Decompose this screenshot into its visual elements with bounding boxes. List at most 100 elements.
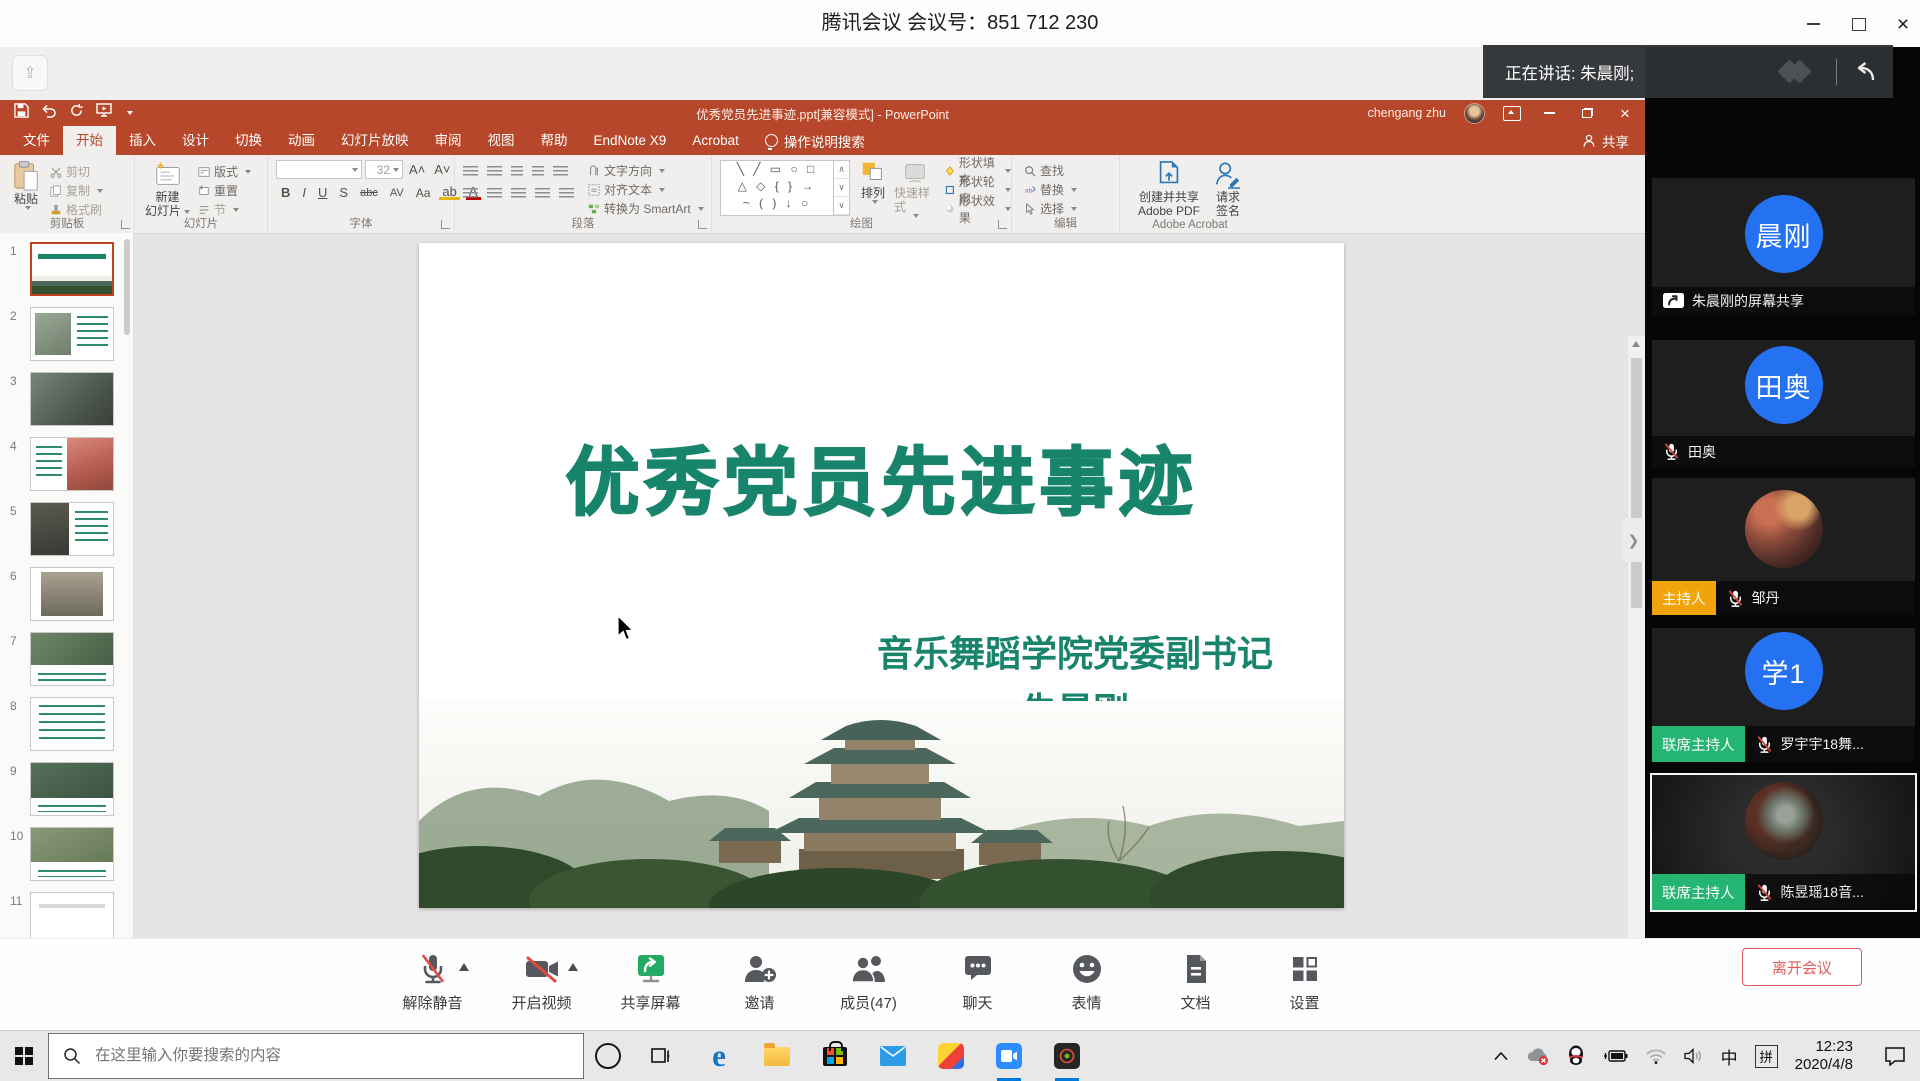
tab-审阅[interactable]: 审阅 xyxy=(422,126,475,155)
copy-button[interactable]: 复制 xyxy=(50,182,103,199)
replace-button[interactable]: ab替换 xyxy=(1024,181,1119,198)
account-avatar[interactable] xyxy=(1464,103,1485,124)
document-toolbar-button[interactable]: 文档 xyxy=(1147,947,1244,1013)
drawing-dialog-launcher[interactable] xyxy=(998,220,1007,229)
minimize-button[interactable] xyxy=(1800,12,1826,36)
redo-icon[interactable] xyxy=(69,103,84,123)
clipboard-dialog-launcher[interactable] xyxy=(121,220,130,229)
columns-icon[interactable] xyxy=(559,188,574,199)
thumbnail-preview[interactable] xyxy=(30,242,114,296)
battery-icon[interactable] xyxy=(1602,1049,1628,1063)
ppt-share-button[interactable]: 共享 xyxy=(1582,126,1629,155)
volume-icon[interactable] xyxy=(1684,1048,1704,1064)
thumbnail-preview[interactable] xyxy=(30,632,114,686)
settings-toolbar-button[interactable]: 设置 xyxy=(1256,947,1353,1013)
thumbnail-preview[interactable] xyxy=(30,502,114,556)
thumbnail-preview[interactable] xyxy=(30,697,114,751)
participant-tile-3[interactable]: 主持人邹丹 xyxy=(1652,478,1915,615)
quick-styles-button[interactable]: 快速样式 xyxy=(894,160,935,218)
participant-tile-2[interactable]: 田奥田奥 xyxy=(1652,340,1915,467)
slide-thumbnail-4[interactable]: 4 xyxy=(0,437,133,493)
account-name[interactable]: chengang zhu xyxy=(1367,106,1446,120)
members-toolbar-button[interactable]: 成员(47) xyxy=(820,947,917,1013)
slide-thumbnail-10[interactable]: 10 xyxy=(0,827,133,883)
invite-toolbar-button[interactable]: 邀请 xyxy=(711,947,808,1013)
underline-button[interactable]: U xyxy=(315,185,330,200)
shapes-gallery[interactable]: ╲ ╱ ▭ ○ □△ ◇ { } →~ ( ) ↓ ○ xyxy=(720,160,834,216)
share-screen-toolbar-button[interactable]: 共享屏幕 xyxy=(602,947,699,1013)
align-right-icon[interactable] xyxy=(511,188,526,199)
thumbnail-preview[interactable] xyxy=(30,437,114,491)
text-direction-button[interactable]: 文字方向 xyxy=(588,162,704,179)
sidebar-collapse-handle[interactable]: ❯ xyxy=(1623,518,1644,562)
qat-customize-icon[interactable] xyxy=(127,111,133,115)
tray-expand-icon[interactable] xyxy=(1493,1051,1509,1061)
music-app-button[interactable] xyxy=(1038,1031,1096,1081)
slide-thumbnail-9[interactable]: 9 xyxy=(0,762,133,818)
emoji-toolbar-button[interactable]: 表情 xyxy=(1038,947,1135,1013)
expand-options-icon[interactable] xyxy=(568,963,578,971)
tell-me-search-tab[interactable]: 操作说明搜索 xyxy=(752,126,878,155)
bold-button[interactable]: B xyxy=(278,185,293,200)
wifi-icon[interactable] xyxy=(1645,1048,1667,1064)
task-view-button[interactable] xyxy=(632,1031,690,1081)
request-signature-button[interactable]: 请求 签名 xyxy=(1214,160,1242,218)
align-center-icon[interactable] xyxy=(487,188,502,199)
slide-canvas[interactable]: 优秀党员先进事迹 音乐舞蹈学院党委副书记 朱晨刚 xyxy=(419,243,1344,908)
tab-视图[interactable]: 视图 xyxy=(475,126,528,155)
paragraph-dialog-launcher[interactable] xyxy=(698,220,707,229)
thumbnail-preview[interactable] xyxy=(30,892,114,938)
close-button[interactable]: × xyxy=(1890,12,1916,36)
slide-thumbnail-2[interactable]: 2 xyxy=(0,307,133,363)
slide-thumbnail-11[interactable]: 11 xyxy=(0,892,133,938)
create-share-pdf-button[interactable]: 创建并共享 Adobe PDF xyxy=(1138,160,1200,218)
thumbnail-preview[interactable] xyxy=(30,762,114,816)
qq-icon[interactable] xyxy=(1567,1045,1585,1067)
tab-插入[interactable]: 插入 xyxy=(116,126,169,155)
leave-meeting-button[interactable]: 离开会议 xyxy=(1742,948,1862,986)
undo-icon[interactable] xyxy=(41,104,57,123)
slide-thumbnail-7[interactable]: 7 xyxy=(0,632,133,688)
ribbon-display-options-icon[interactable] xyxy=(1503,106,1521,121)
mic-muted-toolbar-button[interactable]: 解除静音 xyxy=(384,947,481,1013)
scroll-up-icon[interactable] xyxy=(1632,341,1640,347)
cloud-sync-icon[interactable] xyxy=(1526,1046,1550,1066)
slide-thumbnail-6[interactable]: 6 xyxy=(0,567,133,623)
tab-设计[interactable]: 设计 xyxy=(169,126,222,155)
tab-Acrobat[interactable]: Acrobat xyxy=(679,126,752,155)
thumbnail-preview[interactable] xyxy=(30,307,114,361)
cortana-button[interactable] xyxy=(584,1043,632,1069)
numbering-icon[interactable] xyxy=(487,166,502,177)
paste-button[interactable]: 粘贴 xyxy=(12,160,40,218)
toast-reply-arrow-icon[interactable] xyxy=(1851,59,1877,85)
tab-幻灯片放映[interactable]: 幻灯片放映 xyxy=(328,126,422,155)
increase-indent-icon[interactable] xyxy=(532,166,544,177)
scrollbar-thumb[interactable] xyxy=(1631,358,1642,608)
camera-off-toolbar-button[interactable]: 开启视频 xyxy=(493,947,590,1013)
thumbnail-preview[interactable] xyxy=(30,827,114,881)
slide-thumbnail-5[interactable]: 5 xyxy=(0,502,133,558)
shrink-font-button[interactable]: A˅ xyxy=(431,162,453,177)
layout-button[interactable]: 版式 xyxy=(198,163,251,180)
slide-thumbnail-1[interactable]: 1 xyxy=(0,242,133,298)
save-icon[interactable] xyxy=(14,103,29,123)
tab-动画[interactable]: 动画 xyxy=(275,126,328,155)
align-left-icon[interactable] xyxy=(463,188,478,199)
taskbar-search[interactable] xyxy=(48,1033,584,1079)
participant-tile-5[interactable]: 联席主持人陈昱瑶18音... xyxy=(1650,773,1917,912)
thumbnail-preview[interactable] xyxy=(30,567,114,621)
participant-tile-1[interactable]: 晨刚朱晨刚的屏幕共享 xyxy=(1652,178,1915,315)
maximize-button[interactable] xyxy=(1846,12,1872,36)
font-name-combo[interactable] xyxy=(276,160,362,179)
tab-文件[interactable]: 文件 xyxy=(10,126,63,155)
change-case-button[interactable]: Aa xyxy=(413,186,434,200)
find-button[interactable]: 查找 xyxy=(1024,162,1119,179)
strikethrough-button[interactable]: abc xyxy=(357,187,381,199)
font-dialog-launcher[interactable] xyxy=(441,220,450,229)
participant-tile-4[interactable]: 学1联席主持人罗宇宇18舞... xyxy=(1652,628,1915,762)
floating-save-icon[interactable]: ⇪ xyxy=(12,55,48,91)
ppt-restore-button[interactable] xyxy=(1577,103,1597,123)
mail-button[interactable] xyxy=(864,1031,922,1081)
cut-button[interactable]: 剪切 xyxy=(50,163,103,180)
tab-EndNote X9[interactable]: EndNote X9 xyxy=(581,126,680,155)
